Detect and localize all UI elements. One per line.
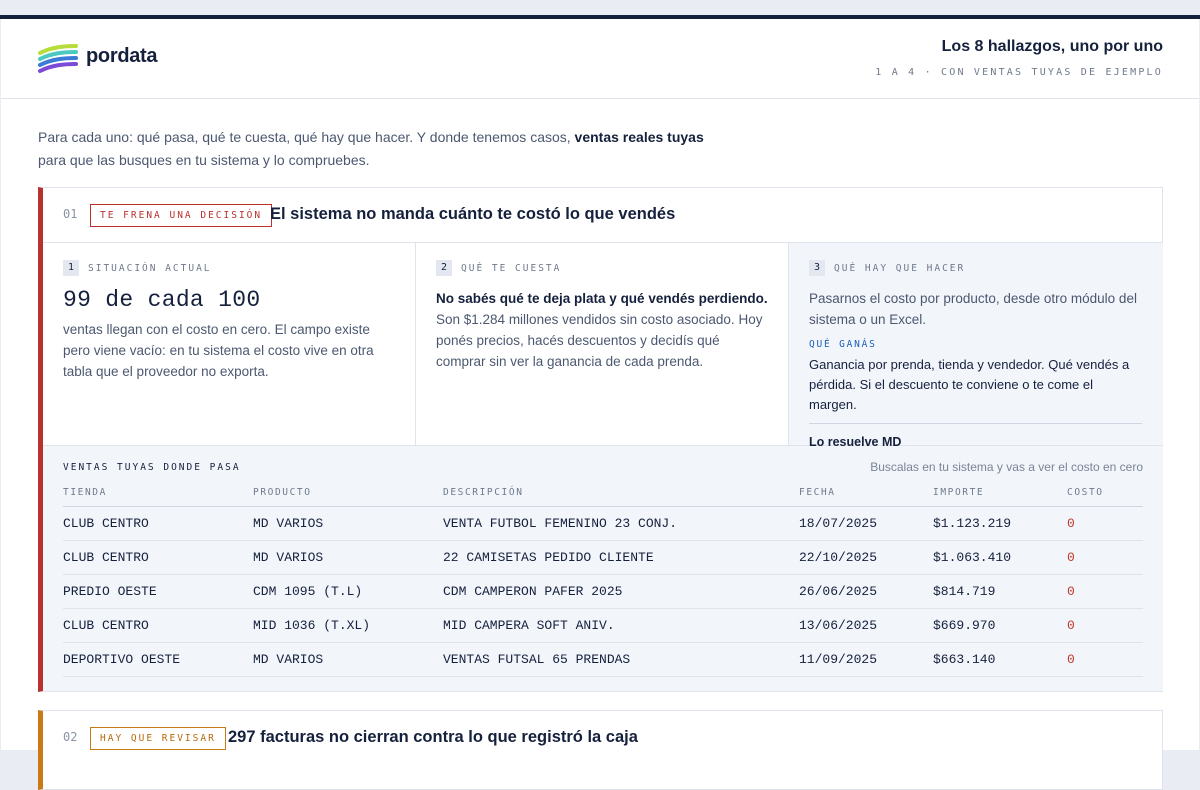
finding-header: 02 HAY QUE REVISAR 297 facturas no cierr… — [43, 711, 1163, 766]
cell-description: MID CAMPERA SOFT ANIV. — [443, 608, 799, 643]
finding-number: 01 — [63, 207, 78, 221]
cell-product: MD VARIOS — [253, 506, 443, 541]
cell-amount: $1.063.410 — [933, 540, 1067, 575]
finding-tag: HAY QUE REVISAR — [90, 727, 226, 750]
intro-part1: Para cada uno: qué pasa, qué te cuesta, … — [38, 129, 575, 145]
cost-lead: No sabés qué te deja plata y qué vendés … — [436, 291, 768, 306]
cell-date: 26/06/2025 — [799, 574, 933, 609]
finding-tag: TE FRENA UNA DECISIÓN — [90, 204, 273, 227]
cell-description: 22 CAMISETAS PEDIDO CLIENTE — [443, 540, 799, 575]
table-row: CLUB CENTRO MD VARIOS VENTA FUTBOL FEMEN… — [63, 506, 1143, 541]
cell-store: PREDIO OESTE — [63, 574, 253, 609]
column-header: DESCRIPCIÓN — [443, 479, 799, 507]
finding-card-02: 02 HAY QUE REVISAR 297 facturas no cierr… — [38, 710, 1163, 790]
todo-text: Pasarnos el costo por producto, desde ot… — [809, 291, 1137, 327]
finding-title: 297 facturas no cierran contra lo que re… — [228, 728, 638, 746]
cell-date: 22/10/2025 — [799, 540, 933, 575]
divider — [809, 423, 1142, 424]
cell-product: CDM 1095 (T.L) — [253, 574, 443, 609]
cell-cost: 0 — [1067, 574, 1143, 609]
cell-store: CLUB CENTRO — [63, 506, 253, 541]
cell-cost: 0 — [1067, 506, 1143, 541]
sales-title: VENTAS TUYAS DONDE PASA — [63, 462, 241, 473]
step-number: 3 — [809, 260, 825, 276]
table-row: CLUB CENTRO MD VARIOS 22 CAMISETAS PEDID… — [63, 540, 1143, 575]
finding-title: El sistema no manda cuánto te costó lo q… — [270, 205, 676, 223]
situation-stat: 99 de cada 100 — [63, 287, 261, 313]
cell-cost: 0 — [1067, 608, 1143, 643]
cell-date: 13/06/2025 — [799, 608, 933, 643]
todo-column: 3 QUÉ HAY QUE HACER Pasarnos el costo po… — [789, 243, 1163, 449]
column-header: PRODUCTO — [253, 479, 443, 507]
step-number: 2 — [436, 260, 452, 276]
cell-description: VENTAS FUTSAL 65 PRENDAS — [443, 642, 799, 677]
cell-store: CLUB CENTRO — [63, 540, 253, 575]
table-row: CLUB CENTRO MID 1036 (T.XL) MID CAMPERA … — [63, 608, 1143, 643]
step-label: SITUACIÓN ACTUAL — [88, 262, 212, 274]
cell-description: CDM CAMPERON PAFER 2025 — [443, 574, 799, 609]
finding-columns: 1 SITUACIÓN ACTUAL 99 de cada 100 ventas… — [43, 243, 1163, 449]
sales-examples: VENTAS TUYAS DONDE PASA Buscalas en tu s… — [43, 446, 1163, 691]
pordata-logo-icon — [38, 44, 78, 73]
table-row: DEPORTIVO OESTE MD VARIOS VENTAS FUTSAL … — [63, 642, 1143, 677]
report-page: pordata Los 8 hallazgos, uno por uno 1 A… — [1, 19, 1199, 790]
cell-description: VENTA FUTBOL FEMENINO 23 CONJ. — [443, 506, 799, 541]
step-label: QUÉ HAY QUE HACER — [834, 262, 966, 274]
cell-product: MD VARIOS — [253, 642, 443, 677]
finding-header: 01 TE FRENA UNA DECISIÓN El sistema no m… — [43, 188, 1163, 243]
cell-amount: $663.140 — [933, 642, 1067, 677]
column-header: IMPORTE — [933, 479, 1067, 507]
cell-amount: $669.970 — [933, 608, 1067, 643]
intro-bold: ventas reales tuyas — [574, 129, 704, 145]
cell-store: CLUB CENTRO — [63, 608, 253, 643]
cost-text: Son $1.284 millones vendidos sin costo a… — [436, 312, 763, 369]
step-header: 1 SITUACIÓN ACTUAL — [63, 259, 395, 277]
column-header: FECHA — [799, 479, 933, 507]
table-row: PREDIO OESTE CDM 1095 (T.L) CDM CAMPERON… — [63, 574, 1143, 609]
cell-date: 11/09/2025 — [799, 642, 933, 677]
finding-number: 02 — [63, 730, 78, 744]
page-header: pordata Los 8 hallazgos, uno por uno 1 A… — [1, 19, 1199, 99]
cell-amount: $1.123.219 — [933, 506, 1067, 541]
intro-text: Para cada uno: qué pasa, qué te cuesta, … — [38, 126, 758, 171]
brand-name: pordata — [86, 45, 158, 67]
cell-cost: 0 — [1067, 540, 1143, 575]
cell-amount: $814.719 — [933, 574, 1067, 609]
step-label: QUÉ TE CUESTA — [461, 262, 562, 274]
situation-text: ventas llegan con el costo en cero. El c… — [63, 322, 374, 379]
finding-card-01: 01 TE FRENA UNA DECISIÓN El sistema no m… — [38, 187, 1163, 692]
situation-column: 1 SITUACIÓN ACTUAL 99 de cada 100 ventas… — [43, 243, 416, 445]
step-number: 1 — [63, 260, 79, 276]
sales-hint: Buscalas en tu sistema y vas a ver el co… — [870, 460, 1143, 474]
cell-product: MID 1036 (T.XL) — [253, 608, 443, 643]
cell-product: MD VARIOS — [253, 540, 443, 575]
column-header: COSTO — [1067, 479, 1143, 507]
table-header-row: TIENDA PRODUCTO DESCRIPCIÓN FECHA IMPORT… — [63, 479, 1143, 507]
sales-table: TIENDA PRODUCTO DESCRIPCIÓN FECHA IMPORT… — [63, 479, 1143, 677]
gain-text: Ganancia por prenda, tienda y vendedor. … — [809, 357, 1130, 412]
cell-date: 18/07/2025 — [799, 506, 933, 541]
column-header: TIENDA — [63, 479, 253, 507]
cell-cost: 0 — [1067, 642, 1143, 677]
page-title: Los 8 hallazgos, uno por uno — [941, 38, 1163, 55]
step-header: 2 QUÉ TE CUESTA — [436, 259, 768, 277]
page-subtitle: 1 A 4 · CON VENTAS TUYAS DE EJEMPLO — [875, 67, 1163, 78]
cell-store: DEPORTIVO OESTE — [63, 642, 253, 677]
intro-part2: para que las busques en tu sistema y lo … — [38, 151, 370, 168]
gain-label: QUÉ GANÁS — [809, 339, 877, 350]
cost-column: 2 QUÉ TE CUESTA No sabés qué te deja pla… — [416, 243, 789, 445]
step-header: 3 QUÉ HAY QUE HACER — [809, 259, 1143, 277]
